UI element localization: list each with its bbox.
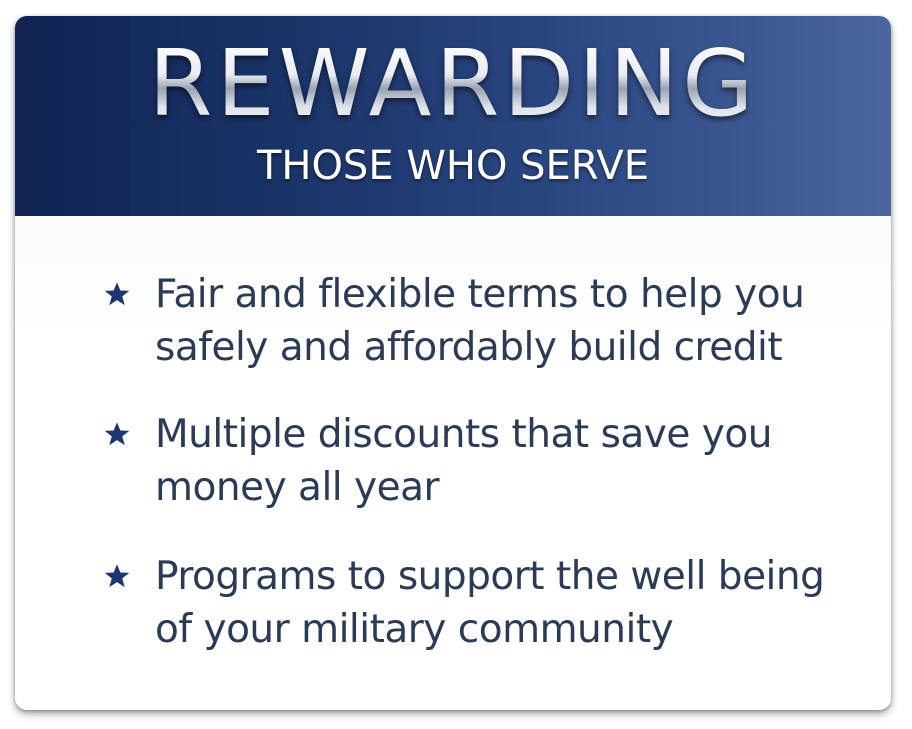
benefits-card: REWARDING THOSE WHO SERVE Fair and flexi… — [15, 16, 891, 710]
star-icon — [104, 422, 130, 446]
card-title: REWARDING — [15, 38, 891, 130]
card-header: REWARDING THOSE WHO SERVE — [15, 16, 891, 216]
benefit-text: Fair and flexible terms to help you safe… — [155, 272, 805, 370]
card-subtitle: THOSE WHO SERVE — [256, 143, 650, 189]
star-icon — [104, 564, 130, 588]
benefit-text: Programs to support the well being of yo… — [155, 554, 825, 652]
star-icon — [104, 282, 130, 306]
benefit-text: Multiple discounts that save you money a… — [155, 412, 772, 510]
